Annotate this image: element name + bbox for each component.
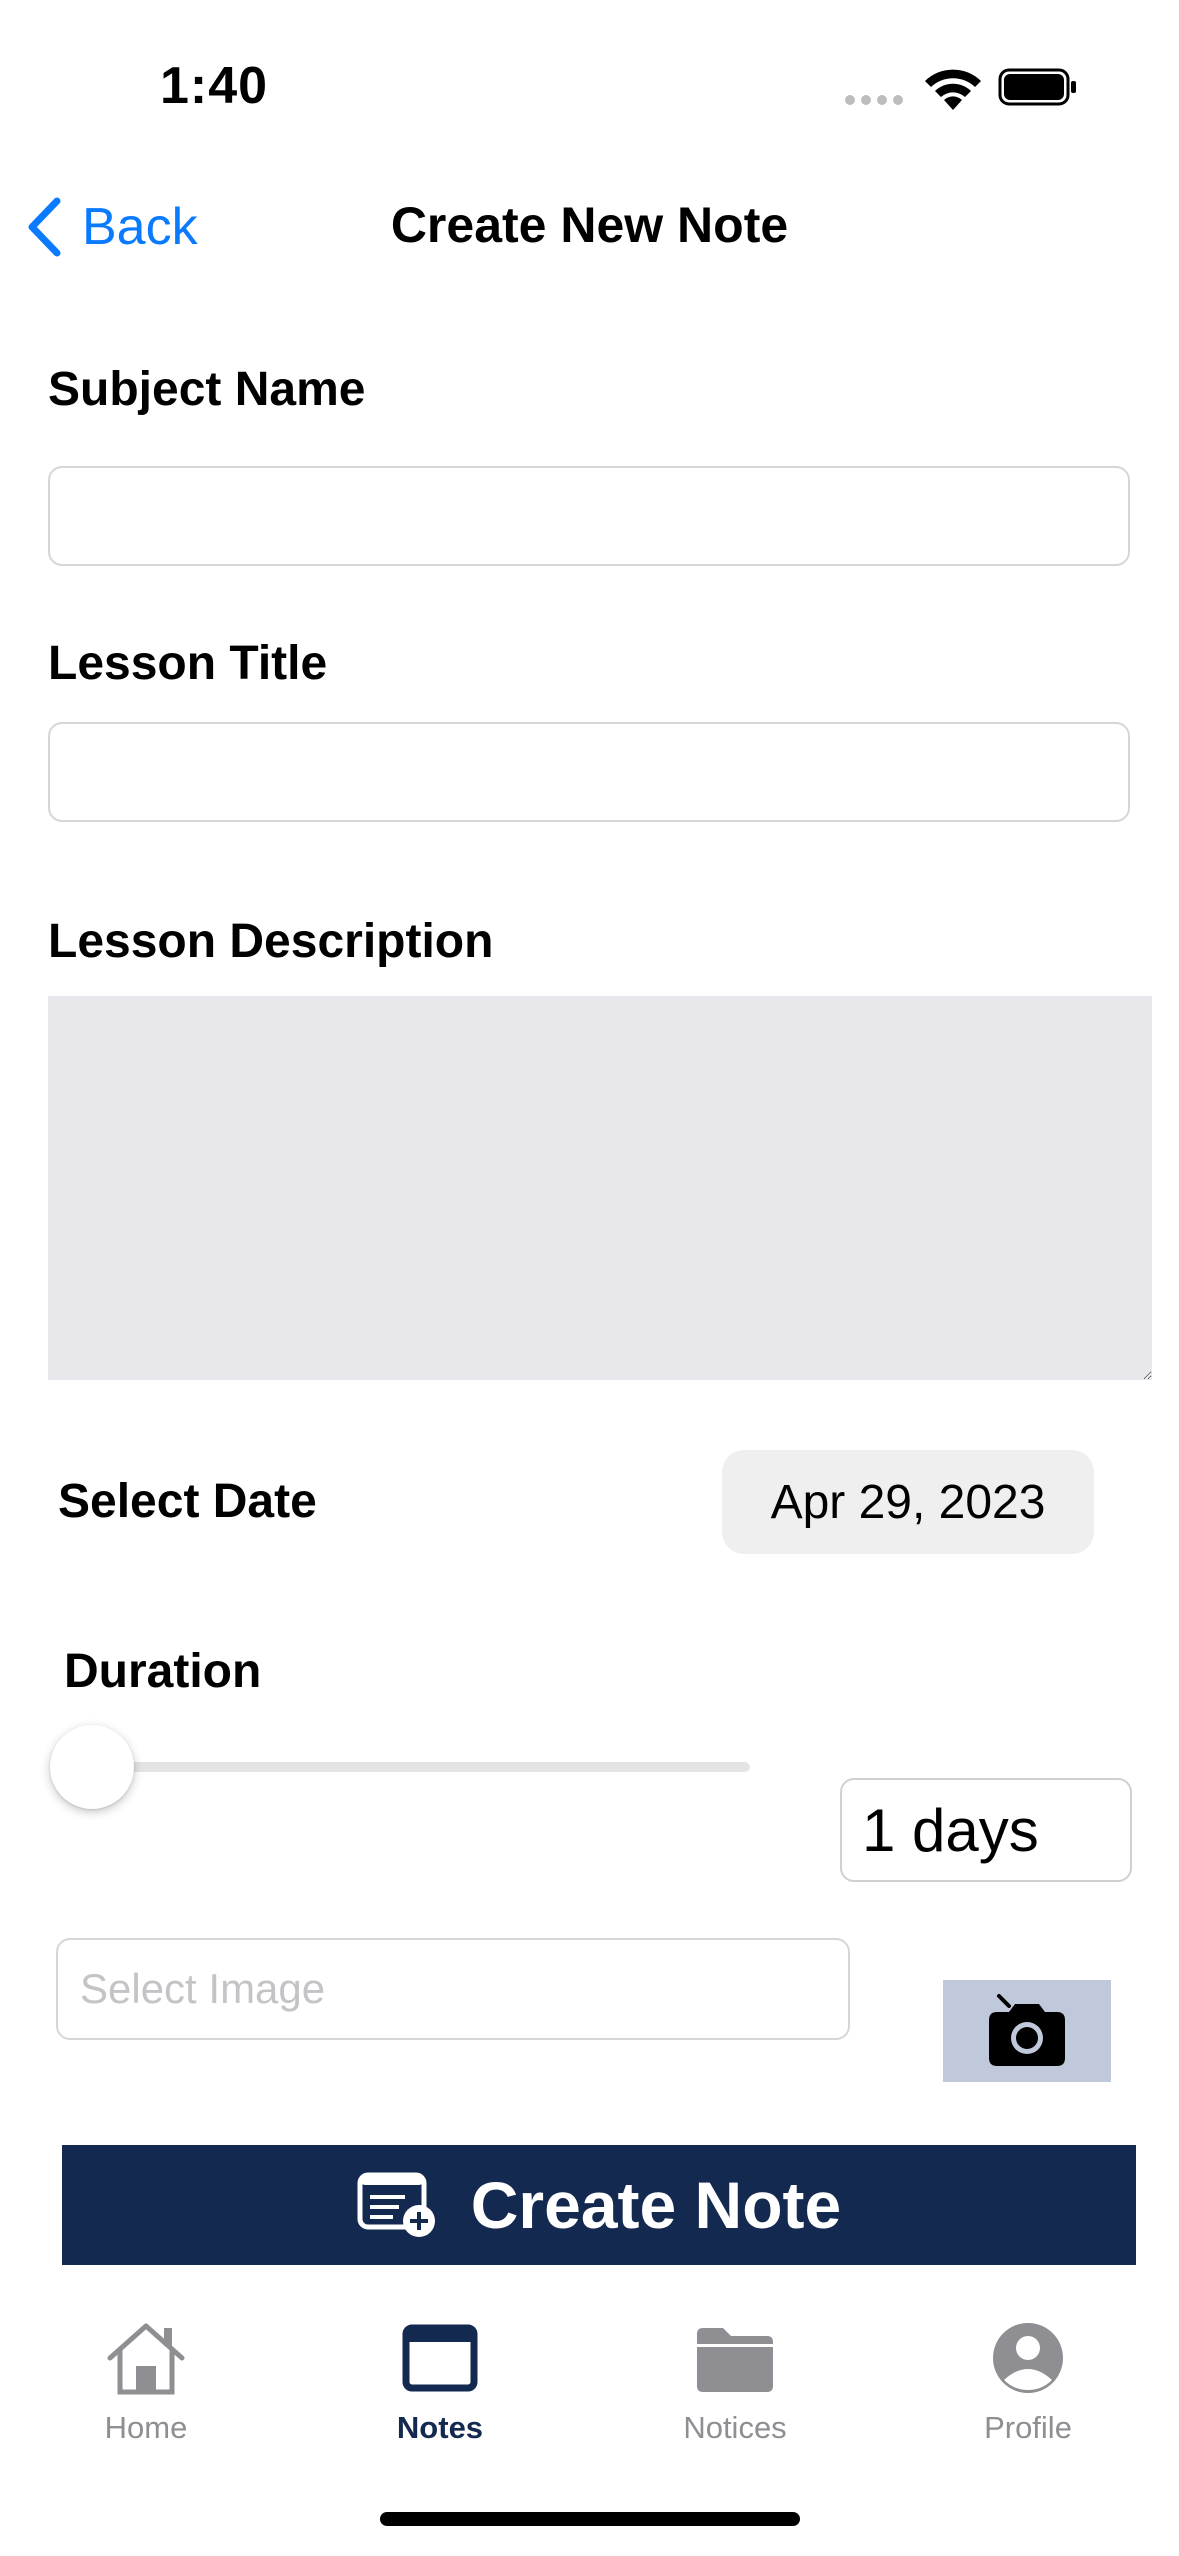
- tab-notes[interactable]: Notes: [330, 2320, 550, 2446]
- window-icon: [402, 2324, 478, 2392]
- lesson-description-textarea[interactable]: [48, 996, 1152, 1380]
- note-add-icon: [357, 2172, 435, 2237]
- lesson-title-input[interactable]: [48, 722, 1130, 822]
- battery-icon: [998, 68, 1076, 106]
- camera-button[interactable]: [943, 1980, 1111, 2082]
- tab-notes-label: Notes: [396, 2410, 484, 2445]
- tab-home-label: Home: [104, 2410, 188, 2445]
- person-circle-icon: [993, 2323, 1063, 2393]
- tab-notices[interactable]: Notices: [625, 2320, 845, 2446]
- duration-value-field[interactable]: 1 days: [840, 1778, 1132, 1882]
- duration-label: Duration: [64, 1645, 262, 1698]
- create-note-button[interactable]: Create Note: [62, 2145, 1136, 2265]
- tab-profile-label: Profile: [984, 2410, 1072, 2445]
- create-note-label: Create Note: [470, 2168, 842, 2242]
- lesson-title-label: Lesson Title: [48, 637, 328, 690]
- subject-name-label: Subject Name: [48, 363, 366, 416]
- camera-icon: [989, 1994, 1065, 2066]
- folder-icon: [697, 2328, 773, 2392]
- tab-notices-label: Notices: [683, 2410, 787, 2445]
- tab-profile[interactable]: Profile: [918, 2320, 1138, 2446]
- duration-slider-thumb[interactable]: [50, 1725, 134, 1809]
- subject-name-input[interactable]: [48, 466, 1130, 566]
- house-icon: [107, 2323, 185, 2395]
- duration-slider-track[interactable]: [90, 1762, 750, 1772]
- lesson-description-label: Lesson Description: [48, 915, 494, 968]
- page-title: Create New Note: [390, 197, 789, 253]
- select-date-label: Select Date: [58, 1475, 317, 1528]
- wifi-icon: [925, 69, 981, 110]
- cellular-signal-icon: [845, 95, 905, 109]
- select-image-input[interactable]: [56, 1938, 850, 2040]
- date-picker-button[interactable]: Apr 29, 2023: [722, 1450, 1094, 1554]
- home-indicator: [380, 2512, 800, 2526]
- tab-home[interactable]: Home: [36, 2320, 256, 2446]
- status-time: 1:40: [160, 57, 269, 115]
